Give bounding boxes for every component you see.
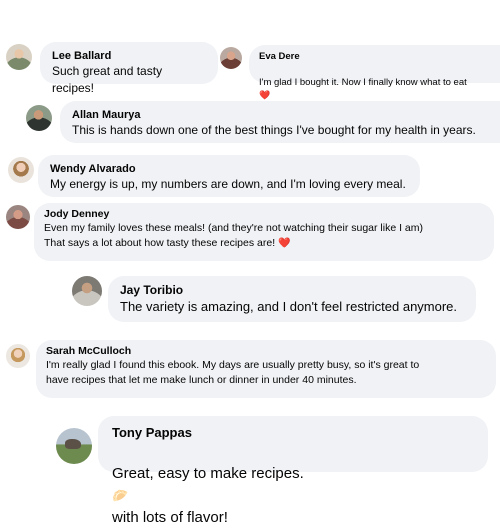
comment-jody-denney: Jody Denney Even my family loves these m…	[6, 203, 494, 261]
comment-bubble: Eva Dere I'm glad I bought it. Now I fin…	[249, 45, 500, 100]
comment-bubble: Tony Pappas Great, easy to make recipes.…	[98, 416, 488, 526]
avatar[interactable]	[6, 44, 32, 70]
heart-emoji-icon: ❤️	[259, 90, 271, 100]
commenter-name[interactable]: Wendy Alvarado	[50, 162, 408, 176]
avatar[interactable]	[26, 105, 52, 131]
comment-text-content: Even my family loves these meals! (and t…	[44, 222, 423, 249]
avatar[interactable]	[8, 157, 34, 183]
comment-bubble: Wendy Alvarado My energy is up, my numbe…	[38, 155, 420, 197]
comment-wendy-alvarado: Wendy Alvarado My energy is up, my numbe…	[8, 155, 420, 197]
comment-text: Even my family loves these meals! (and t…	[44, 221, 484, 251]
comment-jay-toribio: Jay Toribio The variety is amazing, and …	[72, 276, 476, 322]
avatar[interactable]	[6, 205, 30, 229]
comment-text: This is hands down one of the best thing…	[72, 123, 476, 137]
commenter-name[interactable]: Eva Dere	[259, 51, 500, 63]
commenter-name[interactable]: Sarah McCulloch	[46, 345, 486, 358]
heart-emoji-icon: ❤️	[278, 238, 291, 249]
comment-allan-maurya: Allan Maurya This is hands down one of t…	[26, 101, 500, 143]
comment-sarah-mcculloch: Sarah McCulloch I'm really glad I found …	[6, 340, 496, 398]
comment-text-after: with lots of flavor!	[112, 509, 228, 526]
comment-bubble: Lee Ballard Such great and tasty recipes…	[40, 42, 218, 95]
comment-text: I'm glad I bought it. Now I finally know…	[259, 63, 500, 102]
comment-eva-dere: Eva Dere I'm glad I bought it. Now I fin…	[220, 45, 500, 100]
comment-bubble: Allan Maurya This is hands down one of t…	[60, 101, 500, 143]
avatar[interactable]	[220, 47, 242, 69]
avatar[interactable]	[72, 276, 102, 306]
commenter-name[interactable]: Tony Pappas	[112, 424, 474, 441]
commenter-name[interactable]: Jay Toribio	[120, 283, 464, 298]
comment-lee-ballard: Lee Ballard Such great and tasty recipes…	[6, 42, 218, 95]
comment-text: Such great and tasty recipes!	[52, 64, 163, 95]
comment-bubble: Jay Toribio The variety is amazing, and …	[108, 276, 476, 322]
commenter-name[interactable]: Lee Ballard	[52, 49, 206, 63]
avatar[interactable]	[56, 428, 92, 464]
comment-text: The variety is amazing, and I don't feel…	[120, 299, 458, 314]
commenter-name[interactable]: Jody Denney	[44, 208, 484, 221]
commenter-name[interactable]: Allan Maurya	[72, 108, 500, 122]
comment-bubble: Jody Denney Even my family loves these m…	[34, 203, 494, 261]
comment-text: My energy is up, my numbers are down, an…	[50, 177, 406, 191]
comment-bubble: Sarah McCulloch I'm really glad I found …	[36, 340, 496, 398]
food-emoji-icon: 🥟	[112, 488, 129, 503]
comment-text: Great, easy to make recipes. 🥟 with lots…	[112, 441, 474, 529]
comment-text-content: I'm glad I bought it. Now I finally know…	[259, 77, 467, 88]
comment-text: I'm really glad I found this ebook. My d…	[46, 359, 420, 386]
comment-tony-pappas: Tony Pappas Great, easy to make recipes.…	[56, 416, 488, 526]
avatar[interactable]	[6, 344, 30, 368]
comment-text-before: Great, easy to make recipes.	[112, 465, 304, 482]
